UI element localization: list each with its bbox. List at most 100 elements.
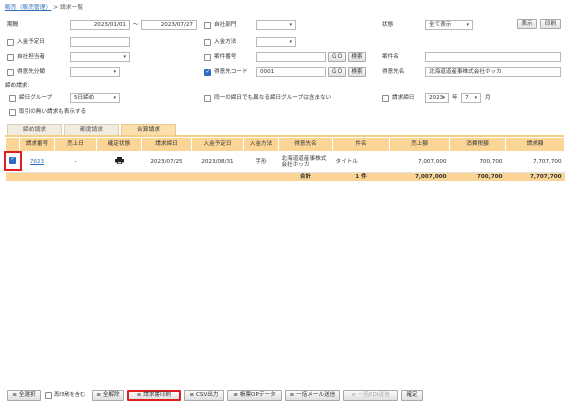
closing-group-checkbox[interactable]: [9, 95, 16, 102]
case-no-search-button[interactable]: 検索: [348, 52, 366, 62]
header-sales-date[interactable]: 売上日: [54, 137, 97, 152]
obc-data-label: 帳票OPデータ: [239, 392, 276, 398]
deposit-date-label: 入金予定日: [17, 39, 45, 45]
header-subject[interactable]: 件名: [332, 137, 390, 152]
include-unprinted-checkbox[interactable]: [45, 392, 52, 399]
total-billing: 7,707,700: [505, 172, 565, 181]
csv-export-button[interactable]: ≡ CSV出力: [184, 390, 224, 401]
date-from-input[interactable]: 2023/01/01: [70, 20, 130, 30]
chevron-down-icon: ▾: [442, 95, 445, 101]
show-button[interactable]: 表示: [517, 19, 537, 29]
header-client[interactable]: 得意先名: [278, 137, 333, 152]
month-select[interactable]: 7 ▾: [461, 93, 481, 103]
dept-checkbox[interactable]: [204, 22, 211, 29]
date-to-input[interactable]: 2023/07/27: [141, 20, 197, 30]
row-checkbox-highlight: [4, 151, 22, 171]
bulk-edi-button: ≡ 一括EDI送信: [343, 390, 398, 401]
select-all-button[interactable]: ≡ 全選択: [7, 390, 41, 401]
closing-group-label: 締日グループ: [19, 95, 53, 101]
header-select: [5, 137, 20, 152]
invoice-table: 請求番号 売上日 確定状態 請求締日 入金予定日 入金方法 得意先名 件名 売上…: [5, 137, 565, 181]
breadcrumb-parent-link[interactable]: 販売（販売管理）: [5, 5, 51, 11]
header-closing-date[interactable]: 請求締日: [141, 137, 192, 152]
client-class-select[interactable]: ▾: [70, 67, 120, 77]
bulk-mail-label: 一括メール送信: [296, 392, 336, 398]
obc-data-button[interactable]: ≡ 帳票OPデータ: [227, 390, 282, 401]
case-no-go-button[interactable]: ＧＯ: [328, 52, 346, 62]
bulk-edi-label: 一括EDI送信: [357, 392, 390, 398]
print-invoice-button[interactable]: ≡ 請求書印刷: [127, 390, 181, 401]
payment-method-select[interactable]: ▾: [256, 37, 296, 47]
printer-icon[interactable]: [114, 157, 124, 165]
print-button[interactable]: 印刷: [540, 19, 561, 29]
print-invoice-label: 請求書印刷: [143, 392, 172, 398]
closing-group-value: 5日締め: [74, 95, 95, 101]
year-value: 2023: [429, 95, 444, 101]
total-row: 合計 1 件 7,007,000 700,700 7,707,700: [5, 172, 565, 181]
breadcrumb-current: 請求一覧: [59, 5, 84, 11]
csv-export-label: CSV出力: [195, 392, 219, 398]
same-closing-label: 同一の締日でも異なる締日グループは含まない: [214, 95, 332, 101]
staff-checkbox[interactable]: [7, 54, 14, 61]
staff-select[interactable]: ▾: [70, 52, 130, 62]
table-row[interactable]: 7623 - 2023/07/25 2023/08/31 手形 北海道道産事株式…: [5, 151, 565, 173]
no-transaction-checkbox[interactable]: [9, 109, 16, 116]
tab-combined-request[interactable]: 合算請求: [121, 124, 176, 135]
deselect-all-label: 全解除: [102, 392, 120, 398]
tab-closing-request[interactable]: 締め請求: [7, 124, 62, 135]
payment-method-checkbox[interactable]: [204, 39, 211, 46]
breadcrumb-separator: >: [53, 5, 59, 11]
client-code-search-button[interactable]: 検索: [348, 67, 366, 77]
header-method[interactable]: 入金方法: [243, 137, 279, 152]
case-no-label: 案件番号: [214, 54, 237, 60]
total-sales: 7,007,000: [389, 172, 450, 181]
client-code-checkbox[interactable]: [204, 68, 211, 76]
header-sales[interactable]: 売上額: [389, 137, 450, 152]
deposit-date-cell: 2023/08/31: [191, 151, 244, 173]
billing-closing-checkbox[interactable]: [382, 95, 389, 102]
header-deposit-date[interactable]: 入金予定日: [191, 137, 244, 152]
header-status[interactable]: 確定状態: [96, 137, 142, 152]
chevron-down-icon: ▾: [123, 54, 126, 60]
select-all-label: 全選択: [18, 392, 36, 398]
confirm-button[interactable]: 確定: [401, 390, 423, 401]
closing-section-label: 締め請求:: [5, 83, 30, 89]
month-value: 7: [465, 95, 469, 101]
client-code-input[interactable]: 0001: [256, 67, 326, 77]
month-unit: 月: [485, 95, 491, 101]
client-class-checkbox[interactable]: [7, 69, 14, 76]
invoice-no-link[interactable]: 7623: [30, 159, 44, 165]
chevron-down-icon: ▾: [289, 22, 292, 28]
status-select[interactable]: 全て表示 ▾: [425, 20, 473, 30]
subject-cell: タイトル: [332, 151, 390, 173]
no-transaction-label: 取引の無い請求も表示する: [19, 109, 87, 115]
deposit-date-checkbox[interactable]: [7, 39, 14, 46]
include-unprinted-label: 再印刷を含む: [54, 392, 86, 398]
tab-each-request[interactable]: 都度請求: [64, 124, 119, 135]
year-select[interactable]: 2023 ▾: [425, 93, 449, 103]
total-label: 合計: [278, 172, 333, 181]
client-class-label: 得意先分類: [17, 69, 45, 75]
case-no-input[interactable]: [256, 52, 326, 62]
closing-date-cell: 2023/07/25: [141, 151, 192, 173]
header-billing[interactable]: 請求額: [505, 137, 565, 152]
client-cell: 北海道道産事株式会社ホッカ: [278, 151, 333, 173]
client-code-go-button[interactable]: ＧＯ: [328, 67, 346, 77]
chevron-down-icon: ▾: [113, 69, 116, 75]
chevron-down-icon: ▾: [466, 22, 469, 28]
closing-group-select[interactable]: 5日締め ▾: [70, 93, 120, 103]
deposit-date-input[interactable]: [70, 37, 130, 47]
header-tax[interactable]: 消費税額: [449, 137, 506, 152]
deselect-all-button[interactable]: ≡ 全解除: [92, 390, 124, 401]
case-name-input[interactable]: [425, 52, 561, 62]
dept-select[interactable]: ▾: [256, 20, 296, 30]
status-cell: [96, 151, 142, 173]
header-invoice-no[interactable]: 請求番号: [19, 137, 55, 152]
case-no-checkbox[interactable]: [204, 54, 211, 61]
bulk-mail-button[interactable]: ≡ 一括メール送信: [285, 390, 340, 401]
client-name-label: 得意先名: [382, 69, 405, 75]
client-name-input[interactable]: 北海道道産事株式会社ホッカ: [425, 67, 561, 77]
same-closing-checkbox[interactable]: [204, 95, 211, 102]
year-unit: 年: [452, 95, 458, 101]
table-header-row: 請求番号 売上日 確定状態 請求締日 入金予定日 入金方法 得意先名 件名 売上…: [5, 137, 565, 152]
